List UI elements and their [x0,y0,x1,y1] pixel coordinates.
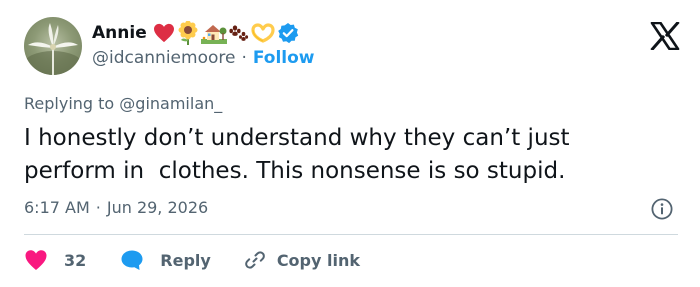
link-icon [244,251,265,269]
reply-label: Reply [160,250,211,270]
copy-link-label: Copy link [276,250,360,270]
heart-filled-icon [25,250,47,270]
reply-context[interactable]: Replying to @ginamilan_ [24,94,222,113]
sunflower-icon [178,21,198,45]
author-name[interactable]: Annie [92,23,147,43]
info-icon[interactable] [651,198,673,220]
paw-prints-icon [229,25,248,41]
action-bar: 32 Reply Copy link [24,246,360,274]
tweet-meta: 6:17 AM · Jun 29, 2026 [24,198,208,217]
reply-button[interactable]: Reply [120,249,211,271]
meta-separator: · [95,198,101,217]
name-emoji-group [153,20,299,46]
reply-bubble-icon [121,250,143,270]
handle-row: @idcanniemoore · Follow [92,48,315,68]
author-name-row: Annie [92,20,299,46]
copy-link-button[interactable]: Copy link [243,248,360,272]
handle-separator: · [241,48,247,68]
heart-icon [153,23,174,43]
author-handle[interactable]: @idcanniemoore [92,48,235,68]
tweet-time[interactable]: 6:17 AM [24,198,90,217]
tweet-text: I honestly don’t understand why they can… [24,125,570,184]
verified-badge-icon [277,23,298,44]
heart-hands-icon [251,23,275,43]
like-button[interactable]: 32 [24,249,86,271]
follow-button[interactable]: Follow [253,48,315,68]
x-logo-icon[interactable] [650,22,680,50]
tweet-date[interactable]: Jun 29, 2026 [107,198,208,217]
house-with-garden-icon [200,25,227,44]
divider [24,234,678,235]
avatar[interactable] [24,17,82,75]
like-count: 32 [64,250,87,270]
